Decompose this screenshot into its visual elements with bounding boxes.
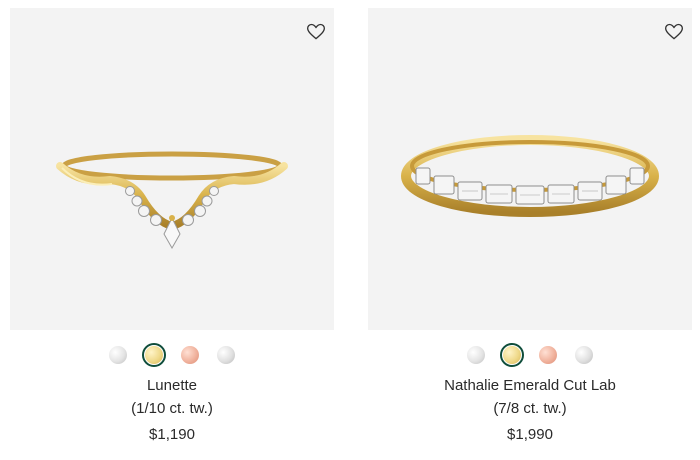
metal-swatches [368, 343, 692, 367]
product-name[interactable]: Nathalie Emerald Cut Lab [368, 377, 692, 394]
product-price: $1,190 [149, 426, 195, 443]
product-image-lunette[interactable] [10, 8, 334, 330]
product-card-nathalie[interactable]: Nathalie Emerald Cut Lab (7/8 ct. tw.) $… [368, 0, 692, 460]
swatch-rose-gold[interactable] [178, 343, 202, 367]
swatch-yellow-gold-selected[interactable] [500, 343, 524, 367]
product-carat-weight: (1/10 ct. tw.) [131, 400, 213, 417]
product-image-nathalie[interactable] [368, 8, 692, 330]
wishlist-heart-icon[interactable] [306, 22, 326, 42]
swatch-yellow-gold-selected[interactable] [142, 343, 166, 367]
curved-band-ring-image [56, 151, 288, 250]
product-card-lunette[interactable]: Lunette (1/10 ct. tw.) $1,190 [10, 0, 334, 460]
wishlist-heart-icon[interactable] [664, 22, 684, 42]
product-name[interactable]: Lunette [10, 377, 334, 394]
product-carat-weight: (7/8 ct. tw.) [493, 400, 567, 417]
swatch-white-gold[interactable] [464, 343, 488, 367]
swatch-platinum[interactable] [214, 343, 238, 367]
metal-swatches [10, 343, 334, 367]
product-price: $1,990 [507, 426, 553, 443]
swatch-platinum[interactable] [572, 343, 596, 367]
swatch-rose-gold[interactable] [536, 343, 560, 367]
eternity-band-ring-image [401, 135, 659, 217]
swatch-white-gold[interactable] [106, 343, 130, 367]
